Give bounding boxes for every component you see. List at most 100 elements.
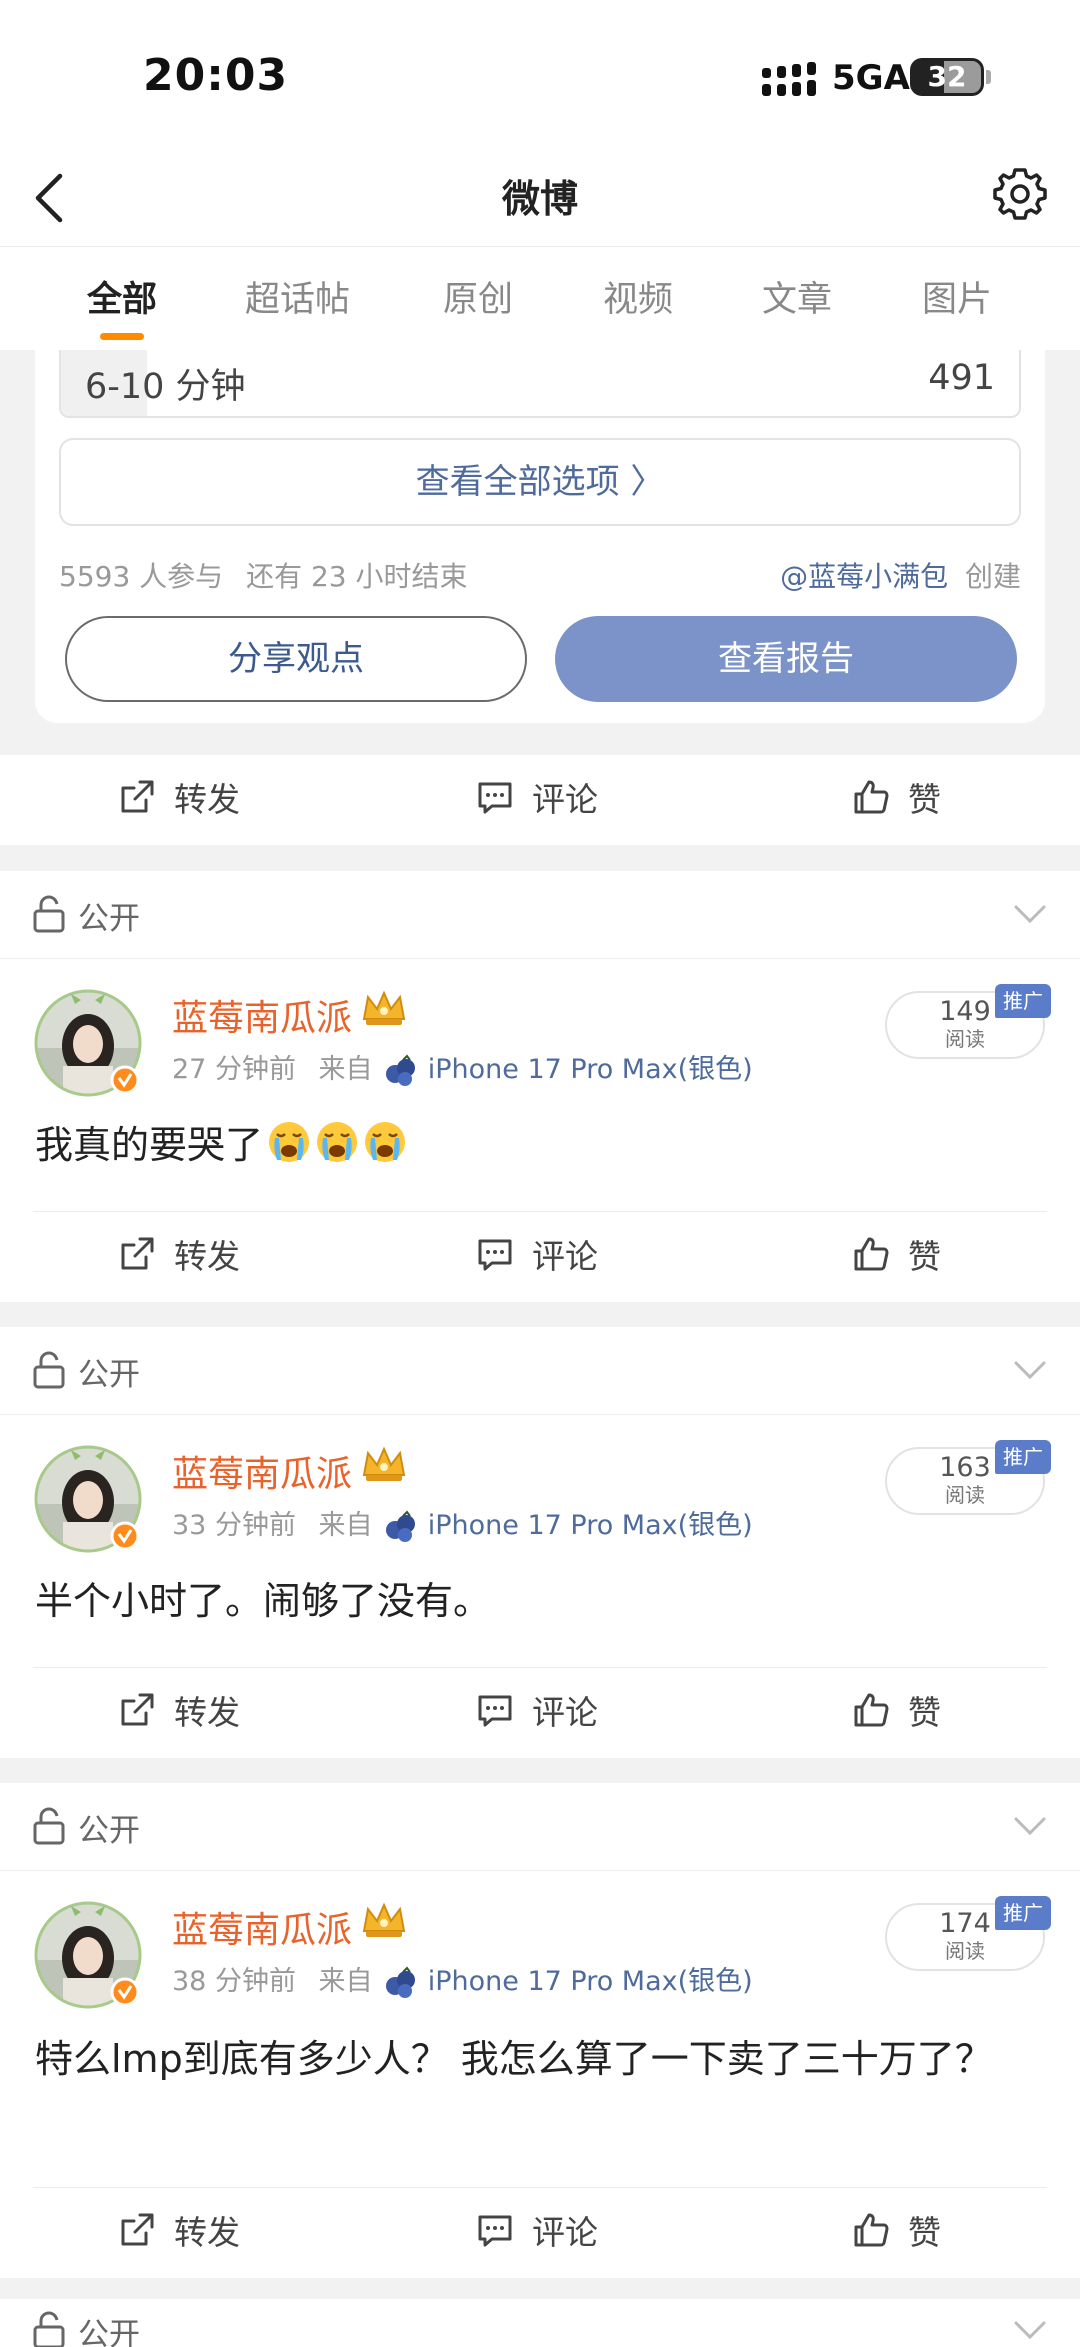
tab-original[interactable]: 原创 [443,271,513,322]
like-label: 赞 [908,780,941,819]
promote-badge[interactable]: 推广 [995,1440,1051,1474]
crying-emoji-icon [269,1122,310,1162]
tab-all[interactable]: 全部 [87,271,157,322]
chevron-down-icon[interactable] [1012,1811,1048,1841]
repost-icon [121,2213,154,2246]
chevron-down-icon[interactable] [1012,1355,1048,1385]
active-tab-indicator [100,333,144,340]
post-action-bar: 转发 评论 赞 [0,1668,1080,1758]
read-label: 阅读 [945,1027,985,1051]
share-opinion-button[interactable]: 分享观点 [65,616,527,702]
tab-video[interactable]: 视频 [603,271,673,322]
like-label: 赞 [908,1693,941,1732]
poll-option-count: 491 [928,358,995,398]
poll-option-label: 6-10 分钟 [85,367,246,407]
nav-header: 微博 [0,150,1080,246]
repost-button[interactable]: 转发 [118,755,248,845]
lock-icon [33,1351,65,1389]
author-name[interactable]: 蓝莓南瓜派 [172,989,352,1041]
repost-button[interactable]: 转发 [118,1212,248,1302]
like-button[interactable]: 赞 [852,2188,952,2278]
like-button[interactable]: 赞 [852,1668,952,1758]
tab-image[interactable]: 图片 [922,271,992,322]
promote-badge[interactable]: 推广 [995,984,1051,1018]
device-name[interactable]: iPhone 17 Pro Max(银色) [428,1054,753,1085]
comment-label: 评论 [532,780,598,819]
visibility-row[interactable]: 公开 [0,1783,1080,1871]
promote-badge[interactable]: 推广 [995,1896,1051,1930]
tab-supertopic[interactable]: 超话帖 [245,271,350,322]
battery-tip [986,70,991,84]
visibility-row[interactable]: 公开 [0,2299,1080,2347]
post-time: 38 分钟前 [172,1966,296,1997]
status-time: 20:03 [143,50,289,101]
avatar[interactable] [33,1444,143,1554]
comment-icon [478,1239,512,1271]
post-text: 我真的要哭了 [35,1117,1045,1173]
crown-icon [362,1446,406,1481]
post-action-bar: 转发 评论 赞 [0,755,1080,845]
tab-article[interactable]: 文章 [762,271,832,322]
chevron-down-icon[interactable] [1012,2315,1048,2345]
like-label: 赞 [908,2213,941,2252]
comment-icon [478,782,512,814]
visibility-row[interactable]: 公开 [0,871,1080,959]
repost-button[interactable]: 转发 [118,2188,248,2278]
poll-creator: @蓝莓小满包 创建 [780,555,1021,595]
post-card: 公开 蓝莓南瓜派 38 分钟前 来自 iPhone 17 Pro Max(银色)… [0,1783,1080,2278]
poll-creator-link[interactable]: @蓝莓小满包 [780,560,948,593]
avatar[interactable] [33,988,143,1098]
page-title: 微博 [501,177,578,221]
like-button[interactable]: 赞 [852,1212,952,1302]
view-report-button[interactable]: 查看报告 [555,616,1017,702]
blueberry-icon [386,1053,416,1086]
post-meta: 27 分钟前 来自 iPhone 17 Pro Max(银色) [172,1047,753,1088]
repost-label: 转发 [174,1693,240,1732]
repost-label: 转发 [174,780,240,819]
post-text-content: 我真的要哭了 [35,1123,264,1167]
gear-icon[interactable] [990,164,1050,224]
crying-emoji-icon [317,1122,358,1162]
crown-icon [362,1902,406,1937]
repost-icon [121,1237,154,1270]
source-prefix: 来自 [318,1054,373,1085]
device-name[interactable]: iPhone 17 Pro Max(银色) [428,1510,753,1541]
signal-icon [762,62,816,96]
visibility-label: 公开 [78,1813,140,1849]
like-button[interactable]: 赞 [852,755,952,845]
battery-icon: 32 [910,58,984,96]
repost-icon [121,1693,154,1726]
battery-level: 32 [927,60,967,93]
author-name[interactable]: 蓝莓南瓜派 [172,1445,352,1497]
poll-creator-suffix: 创建 [964,560,1021,593]
comment-button[interactable]: 评论 [476,755,606,845]
post-meta: 38 分钟前 来自 iPhone 17 Pro Max(银色) [172,1959,753,2000]
avatar[interactable] [33,1900,143,2010]
comment-button[interactable]: 评论 [476,1668,606,1758]
comment-button[interactable]: 评论 [476,1212,606,1302]
poll-option[interactable]: 6-10 分钟 491 [59,350,1021,418]
post-meta: 33 分钟前 来自 iPhone 17 Pro Max(银色) [172,1503,753,1544]
comment-button[interactable]: 评论 [476,2188,606,2278]
comment-label: 评论 [532,1237,598,1276]
chevron-down-icon[interactable] [1012,899,1048,929]
lock-icon [33,895,65,933]
visibility-label: 公开 [78,2317,140,2347]
post-time: 33 分钟前 [172,1510,296,1541]
poll-stats: 5593 人参与 还有 23 小时结束 [59,555,468,595]
repost-label: 转发 [174,1237,240,1276]
poll-card: 6-10 分钟 491 查看全部选项 〉 5593 人参与 还有 23 小时结束… [35,350,1045,723]
author-name[interactable]: 蓝莓南瓜派 [172,1901,352,1953]
visibility-label: 公开 [78,901,140,937]
poll-participants: 5593 人参与 [59,560,224,593]
repost-button[interactable]: 转发 [118,1668,248,1758]
comment-label: 评论 [532,1693,598,1732]
view-all-options-button[interactable]: 查看全部选项 〉 [59,438,1021,526]
device-name[interactable]: iPhone 17 Pro Max(银色) [428,1966,753,1997]
visibility-row[interactable]: 公开 [0,1327,1080,1415]
post-action-bar: 转发 评论 赞 [0,2188,1080,2278]
post-card: 公开 蓝莓南瓜派 33 分钟前 来自 iPhone 17 Pro Max(银色)… [0,1327,1080,1758]
like-icon [854,1693,889,1727]
post-text: 半个小时了。闹够了没有。 [35,1579,492,1623]
like-icon [854,780,889,814]
